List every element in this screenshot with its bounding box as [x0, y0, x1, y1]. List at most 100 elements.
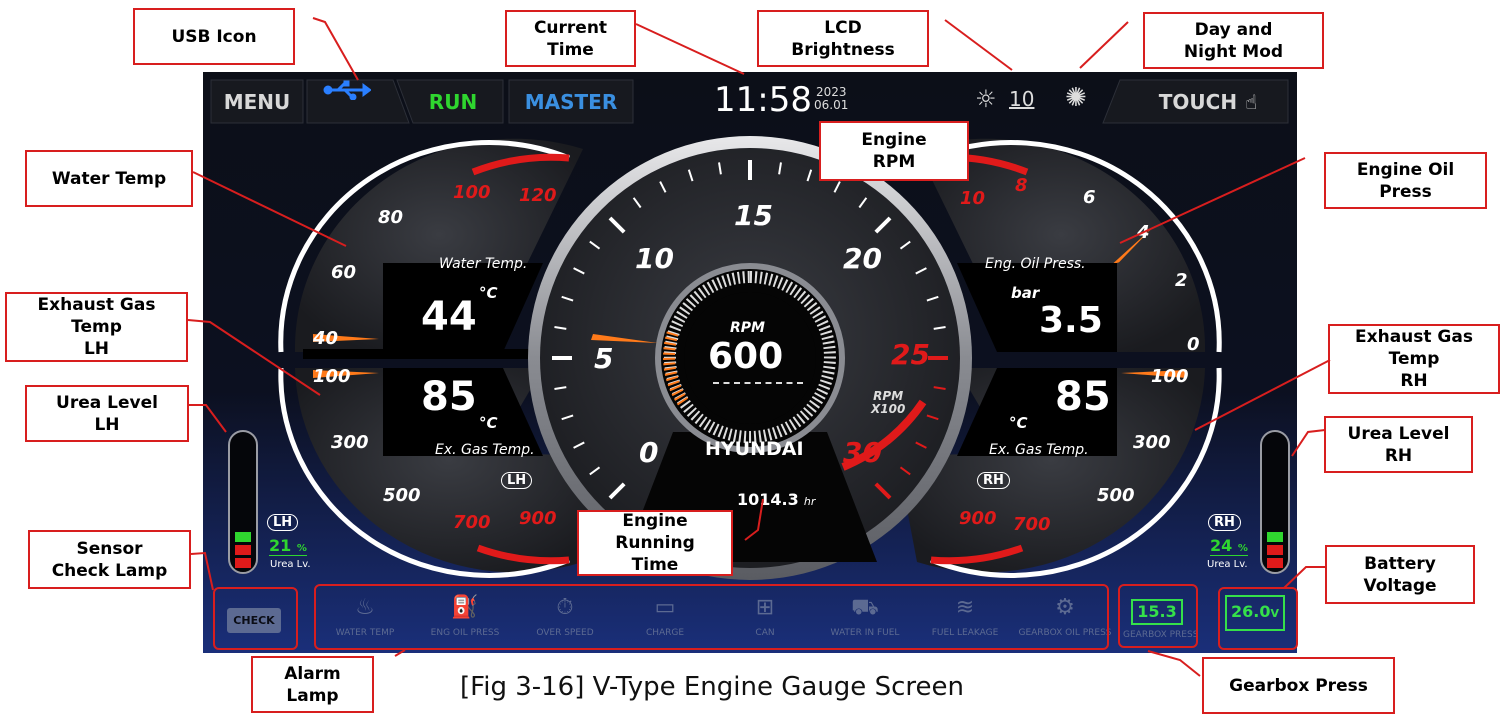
touch-button[interactable]: TOUCH ☝ — [1143, 80, 1273, 123]
urea-lh-label: Urea Lv. — [270, 559, 311, 570]
water-tick-60: 60 — [331, 262, 357, 283]
urea-rh-label: Urea Lv. — [1207, 559, 1248, 570]
water-tick-120: 120 — [519, 185, 557, 206]
callout-engine-oil-press: Engine Oil Press — [1324, 152, 1487, 209]
callout-water-temp: Water Temp — [25, 150, 193, 207]
water-temp-value: 44 — [421, 294, 477, 340]
exgas-lh-tick-700: 700 — [453, 512, 491, 533]
urea-rh-seg-green — [1267, 532, 1283, 542]
exgas-rh-side-badge: RH — [977, 472, 1010, 489]
current-time: 11:58 — [714, 80, 812, 120]
urea-lh-number: 21 — [269, 536, 292, 555]
exgas-rh-tick-300: 300 — [1133, 432, 1171, 453]
oil-tick-10: 10 — [960, 188, 986, 209]
urea-lh-side-badge: LH — [267, 514, 299, 531]
engine-hours-unit: hr — [803, 495, 816, 508]
exgas-lh-tick-100: 100 — [313, 366, 351, 387]
urea-rh-number: 24 — [1210, 536, 1233, 555]
rpm-tick-20: 20 — [843, 242, 882, 275]
engine-hours-value: 1014.3 hr — [737, 490, 815, 509]
oil-tick-8: 8 — [1015, 175, 1028, 196]
date-year: 2023 — [816, 85, 847, 99]
exgas-rh-tick-500: 500 — [1097, 485, 1135, 506]
touch-hand-icon: ☝ — [1245, 89, 1258, 114]
exgas-rh-value: 85 — [1055, 374, 1111, 420]
callout-exhaust-rh: Exhaust Gas Temp RH — [1328, 324, 1500, 394]
brightness-icon[interactable]: ☼ — [975, 85, 997, 113]
rpm-value: 600 — [708, 336, 784, 377]
callout-sensor-check: Sensor Check Lamp — [28, 530, 191, 589]
urea-rh-seg-red2 — [1267, 558, 1283, 568]
oil-tick-4: 4 — [1137, 222, 1150, 243]
water-temp-unit: °C — [479, 284, 498, 302]
touch-label: TOUCH — [1158, 89, 1238, 114]
water-temp-label: Water Temp. — [439, 256, 528, 272]
callout-gearbox-press: Gearbox Press — [1202, 657, 1395, 714]
oil-press-value: 3.5 — [1039, 300, 1103, 341]
run-button[interactable]: RUN — [408, 80, 498, 123]
rpm-tick-10: 10 — [635, 242, 674, 275]
urea-lh-seg-red1 — [235, 545, 251, 555]
oil-press-unit: bar — [1011, 284, 1040, 302]
exgas-lh-unit: °C — [479, 414, 498, 432]
rpm-tick-5: 5 — [594, 342, 614, 375]
callout-urea-rh: Urea Level RH — [1324, 416, 1473, 473]
urea-lh-value: 21 % — [269, 536, 307, 556]
rpm-tick-15: 15 — [734, 199, 773, 232]
exgas-lh-side-badge: LH — [501, 472, 533, 489]
exgas-lh-value: 85 — [421, 374, 477, 420]
rpm-tick-25: 25 — [891, 338, 930, 371]
callout-day-night: Day and Night Mod — [1143, 12, 1324, 69]
exgas-lh-label: Ex. Gas Temp. — [435, 442, 535, 458]
master-button[interactable]: MASTER — [509, 80, 633, 123]
urea-lh-seg-green — [235, 532, 251, 542]
urea-lh-unit: % — [296, 543, 307, 554]
urea-rh-bar — [1260, 430, 1290, 574]
urea-rh-unit: % — [1237, 543, 1248, 554]
day-night-icon[interactable]: ✺ — [1065, 83, 1087, 113]
rpm-divider — [713, 382, 803, 384]
highlight-gearbox — [1118, 584, 1198, 648]
urea-rh-value: 24 % — [1210, 536, 1248, 556]
callout-engine-running-time: Engine Running Time — [577, 510, 733, 576]
brand-label: HYUNDAI — [705, 438, 804, 460]
urea-rh-side-badge: RH — [1208, 514, 1241, 531]
brightness-value[interactable]: 10 — [1009, 87, 1034, 111]
exgas-rh-label: Ex. Gas Temp. — [989, 442, 1089, 458]
gauge-screen: MENU RUN MASTER 11:58 2023 06.01 ☼ 10 ✺ … — [203, 72, 1297, 653]
exgas-lh-tick-900: 900 — [519, 508, 557, 529]
urea-rh-seg-red1 — [1267, 545, 1283, 555]
callout-current-time: Current Time — [505, 10, 636, 67]
water-tick-40: 40 — [313, 328, 339, 349]
exgas-rh-unit: °C — [1009, 414, 1028, 432]
highlight-alarm-lamps — [314, 584, 1109, 650]
callout-lcd-brightness: LCD Brightness — [757, 10, 929, 67]
highlight-battery — [1218, 587, 1298, 650]
callout-battery-voltage: Battery Voltage — [1325, 545, 1475, 604]
callout-urea-lh: Urea Level LH — [25, 385, 189, 442]
oil-press-label: Eng. Oil Press. — [985, 256, 1086, 272]
rpm-scale-label: RPM X100 — [871, 389, 906, 416]
callout-engine-rpm: Engine RPM — [819, 121, 969, 181]
date-day: 06.01 — [814, 98, 849, 112]
rpm-tick-0: 0 — [639, 436, 659, 469]
exgas-lh-tick-300: 300 — [331, 432, 369, 453]
callout-alarm-lamp: Alarm Lamp — [251, 656, 374, 713]
exgas-rh-tick-900: 900 — [959, 508, 997, 529]
oil-tick-0: 0 — [1187, 334, 1200, 355]
callout-usb-icon: USB Icon — [133, 8, 295, 65]
rpm-label: RPM — [730, 320, 765, 336]
exgas-lh-tick-500: 500 — [383, 485, 421, 506]
highlight-check-lamp — [213, 587, 298, 650]
urea-lh-bar — [228, 430, 258, 574]
rpm-tick-30: 30 — [843, 436, 882, 469]
callout-exhaust-lh: Exhaust Gas Temp LH — [5, 292, 188, 362]
exgas-rh-tick-100: 100 — [1151, 366, 1189, 387]
oil-tick-2: 2 — [1175, 270, 1188, 291]
engine-hours-number: 1014.3 — [737, 490, 799, 509]
water-tick-100: 100 — [453, 182, 491, 203]
water-tick-80: 80 — [378, 207, 404, 228]
exgas-rh-tick-700: 700 — [1013, 514, 1051, 535]
urea-lh-seg-red2 — [235, 558, 251, 568]
menu-button[interactable]: MENU — [211, 80, 303, 123]
